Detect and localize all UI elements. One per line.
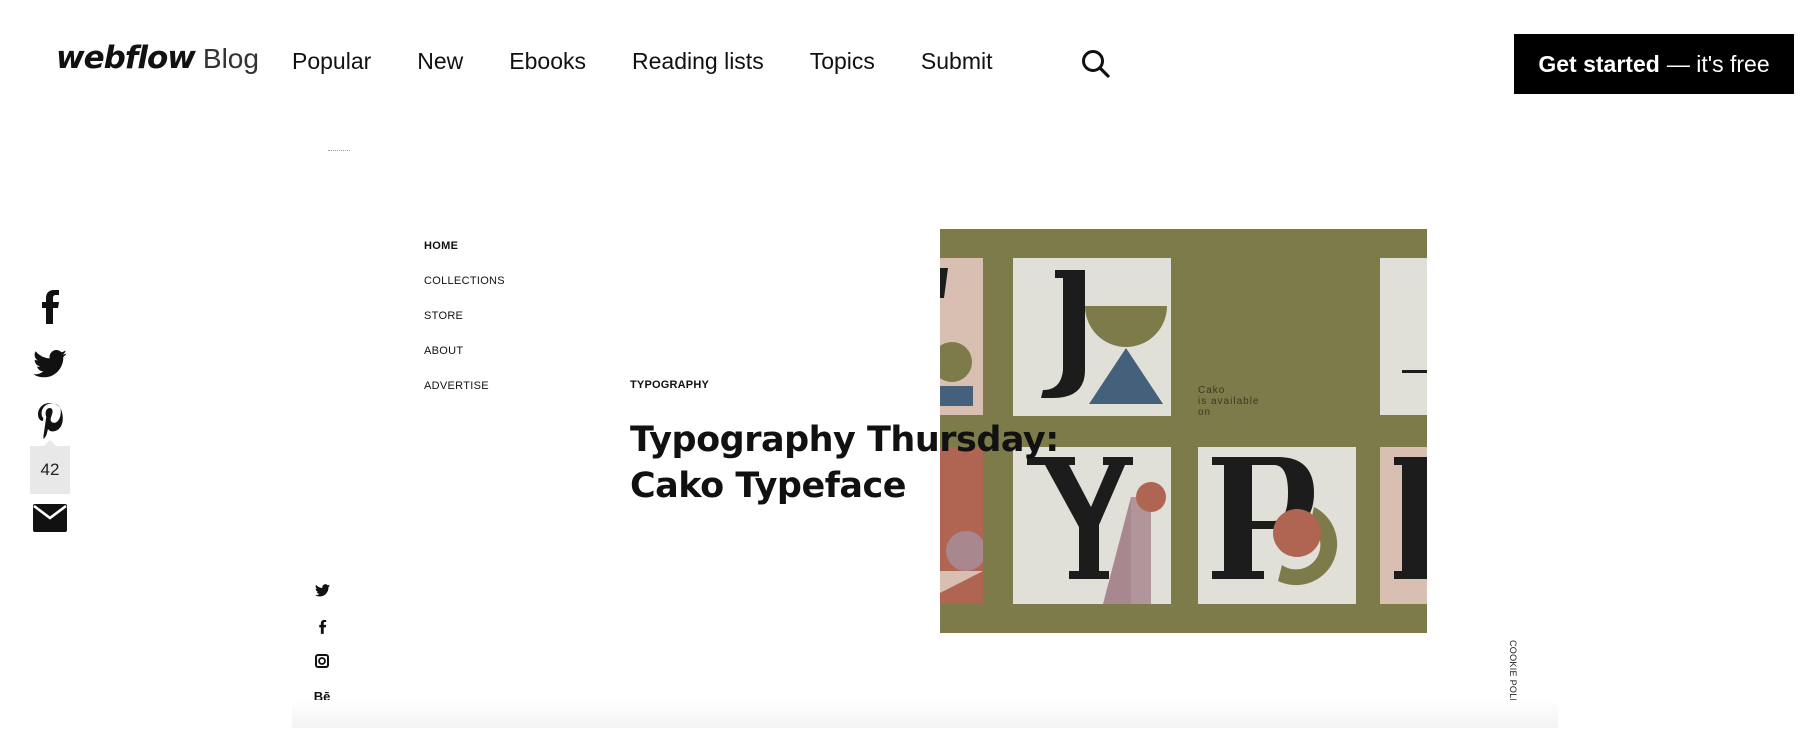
artwork-caption-line-1: Cako xyxy=(1198,385,1226,396)
facebook-icon[interactable] xyxy=(30,286,70,326)
preview-nav-store: STORE xyxy=(424,310,464,322)
twitter-icon xyxy=(312,584,332,619)
nav-link-popular[interactable]: Popular xyxy=(292,48,371,75)
tile-cropped-top-left xyxy=(940,258,983,415)
nav-link-ebooks[interactable]: Ebooks xyxy=(509,48,586,75)
article-title-line-1: Typography Thursday: xyxy=(630,420,1059,460)
webflow-blog-logo[interactable]: webflow Blog xyxy=(56,40,259,76)
preview-nav-about: ABOUT xyxy=(424,345,464,357)
nav-link-new[interactable]: New xyxy=(417,48,463,75)
logo-section-label: Blog xyxy=(202,43,259,74)
article-category-label: TYPOGRAPHY xyxy=(630,379,710,391)
cta-rest-label: — it's free xyxy=(1666,50,1770,77)
tile-letter-j xyxy=(1013,258,1171,416)
article-title-line-2: Cako Typeface xyxy=(630,466,907,506)
share-bar: 42 xyxy=(30,286,70,538)
preview-nav-advertise: ADVERTISE xyxy=(424,380,489,392)
twitter-icon[interactable] xyxy=(30,344,70,384)
nav-link-topics[interactable]: Topics xyxy=(810,48,875,75)
preview-bottom-shadow xyxy=(292,700,1558,728)
search-icon[interactable] xyxy=(1080,48,1112,80)
artwork-caption-line-2: is available xyxy=(1198,396,1260,407)
cropped-logo-fragment xyxy=(328,150,350,153)
facebook-icon xyxy=(312,619,332,654)
primary-nav: Popular New Ebooks Reading lists Topics … xyxy=(292,48,1039,75)
tile-letter-p xyxy=(1198,447,1356,604)
pinterest-icon[interactable] xyxy=(30,400,70,440)
preview-nav-collections: COLLECTIONS xyxy=(424,275,505,287)
tile-cropped-bottom-right xyxy=(1380,447,1427,604)
cta-bold-label: Get started xyxy=(1538,50,1660,77)
artwork-caption: Cako is available on xyxy=(1198,385,1259,418)
preview-nav-home: HOME xyxy=(424,240,459,252)
artwork-caption-line-3: on xyxy=(1198,407,1212,418)
tile-cropped-top-right xyxy=(1380,258,1427,415)
nav-link-submit[interactable]: Submit xyxy=(921,48,993,75)
article-title: Typography Thursday: Cako Typeface xyxy=(630,417,1059,509)
logo-wordmark: webflow xyxy=(56,40,196,76)
share-count-badge: 42 xyxy=(30,440,70,494)
mail-icon[interactable] xyxy=(30,498,70,538)
preview-site-nav: HOME COLLECTIONS STORE ABOUT ADVERTISE xyxy=(424,240,505,415)
article-hero-preview[interactable]: HOME COLLECTIONS STORE ABOUT ADVERTISE C… xyxy=(292,130,1558,724)
get-started-button[interactable]: Get started — it's free xyxy=(1514,34,1794,94)
top-navigation: webflow Blog Popular New Ebooks Reading … xyxy=(0,0,1808,130)
nav-link-reading-lists[interactable]: Reading lists xyxy=(632,48,764,75)
instagram-icon xyxy=(312,654,332,689)
